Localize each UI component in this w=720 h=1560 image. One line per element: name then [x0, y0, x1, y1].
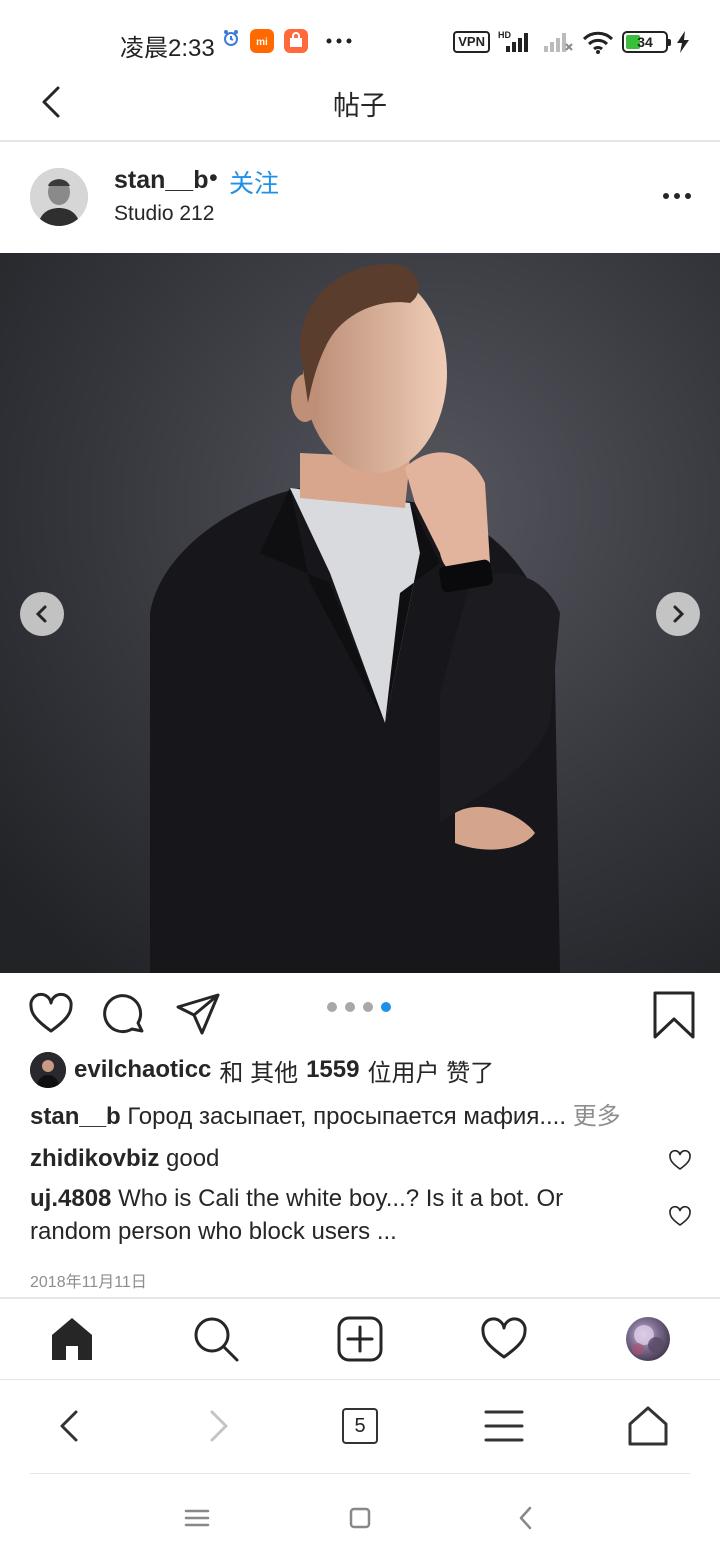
svg-text:mi: mi [256, 37, 268, 48]
shop-app-icon [284, 29, 308, 53]
home-nav-icon[interactable] [345, 1503, 375, 1533]
home-icon[interactable] [48, 1315, 96, 1363]
profile-avatar[interactable] [626, 1317, 670, 1361]
photo-content [0, 253, 720, 973]
comment-text: good [166, 1145, 220, 1172]
browser-back-button[interactable] [48, 1404, 92, 1448]
post-actions [0, 975, 720, 1051]
browser-tabs-button[interactable]: 5 [342, 1408, 378, 1444]
new-post-icon[interactable] [336, 1315, 384, 1363]
more-options-button[interactable] [662, 184, 692, 208]
caption-more-link[interactable]: 更多 [573, 1103, 621, 1130]
status-time: 凌晨2:33 [120, 35, 215, 62]
browser-forward-button[interactable] [196, 1404, 240, 1448]
share-button[interactable] [174, 991, 222, 1039]
mi-app-icon: mi [250, 29, 274, 53]
vpn-indicator: VPN [453, 31, 490, 53]
browser-toolbar: 5 [0, 1379, 720, 1475]
liker-avatar-image [30, 1052, 66, 1088]
follow-separator: • [209, 164, 218, 192]
post-header: stan__b • 关注 Studio 212 [0, 142, 720, 252]
caption-author[interactable]: stan__b [30, 1103, 121, 1130]
bottom-tab-bar [0, 1297, 720, 1379]
charging-icon [677, 31, 689, 53]
chevron-right-icon [673, 605, 685, 623]
wifi-icon [582, 31, 614, 54]
liker-avatar [30, 1052, 66, 1088]
carousel-dot-active [381, 1002, 391, 1012]
battery-indicator: 34 [622, 31, 671, 53]
carousel-prev-button[interactable] [20, 592, 64, 636]
carousel-dot [363, 1002, 373, 1012]
post-date: 2018年11月11日 [30, 1274, 147, 1291]
likes-suffix: 位用户 赞了 [367, 1059, 495, 1087]
browser-home-icon[interactable] [626, 1404, 670, 1448]
liker-username[interactable]: evilchaoticc [74, 1056, 211, 1084]
comment-item: uj.4808 Who is Cali the white boy...? Is… [30, 1182, 650, 1248]
activity-heart-icon[interactable] [480, 1315, 528, 1363]
carousel-dot [345, 1002, 355, 1012]
top-app-bar: 帖子 [0, 80, 720, 142]
post-location[interactable]: Studio 212 [114, 202, 214, 226]
browser-menu-icon[interactable] [482, 1404, 526, 1448]
search-icon[interactable] [192, 1315, 240, 1363]
post-caption: stan__b Город засыпает, просыпается мафи… [30, 1100, 690, 1134]
chevron-left-icon [35, 605, 47, 623]
follow-button[interactable]: 关注 [229, 164, 279, 200]
save-button[interactable] [650, 991, 698, 1039]
comment-button[interactable] [100, 991, 148, 1039]
profile-avatar-image [632, 1325, 664, 1355]
comment-like-button[interactable] [668, 1149, 692, 1171]
likes-summary[interactable]: evilchaoticc 和 其他 1559 位用户 赞了 [30, 1050, 494, 1090]
carousel-indicator [327, 1002, 391, 1012]
likes-connector: 和 其他 [219, 1059, 299, 1087]
recent-apps-icon[interactable] [182, 1503, 212, 1533]
back-nav-icon[interactable] [512, 1503, 542, 1533]
post-photo[interactable] [0, 253, 720, 973]
carousel-next-button[interactable] [656, 592, 700, 636]
status-bar: 凌晨2:33 mi VPN HD 34 [0, 0, 720, 80]
comment-author[interactable]: uj.4808 [30, 1185, 111, 1212]
system-nav-bar [0, 1475, 720, 1560]
author-avatar[interactable] [30, 168, 88, 226]
comment-like-button[interactable] [668, 1205, 692, 1227]
likes-count[interactable]: 1559 [306, 1056, 359, 1084]
signal-weak-icon [544, 33, 573, 52]
caption-text: Город засыпает, просыпается мафия.... [127, 1103, 567, 1130]
comment-author[interactable]: zhidikovbiz [30, 1145, 159, 1172]
more-notifications-icon [326, 38, 352, 44]
like-button[interactable] [27, 991, 75, 1039]
page-title: 帖子 [333, 91, 387, 121]
alarm-icon [224, 30, 238, 46]
author-username[interactable]: stan__b [114, 166, 208, 195]
signal-hd-icon: HD [498, 30, 528, 52]
svg-text:HD: HD [498, 30, 511, 40]
comment-item: zhidikovbiz good [30, 1142, 650, 1175]
avatar-image [30, 168, 88, 226]
divider [30, 1473, 690, 1474]
carousel-dot [327, 1002, 337, 1012]
